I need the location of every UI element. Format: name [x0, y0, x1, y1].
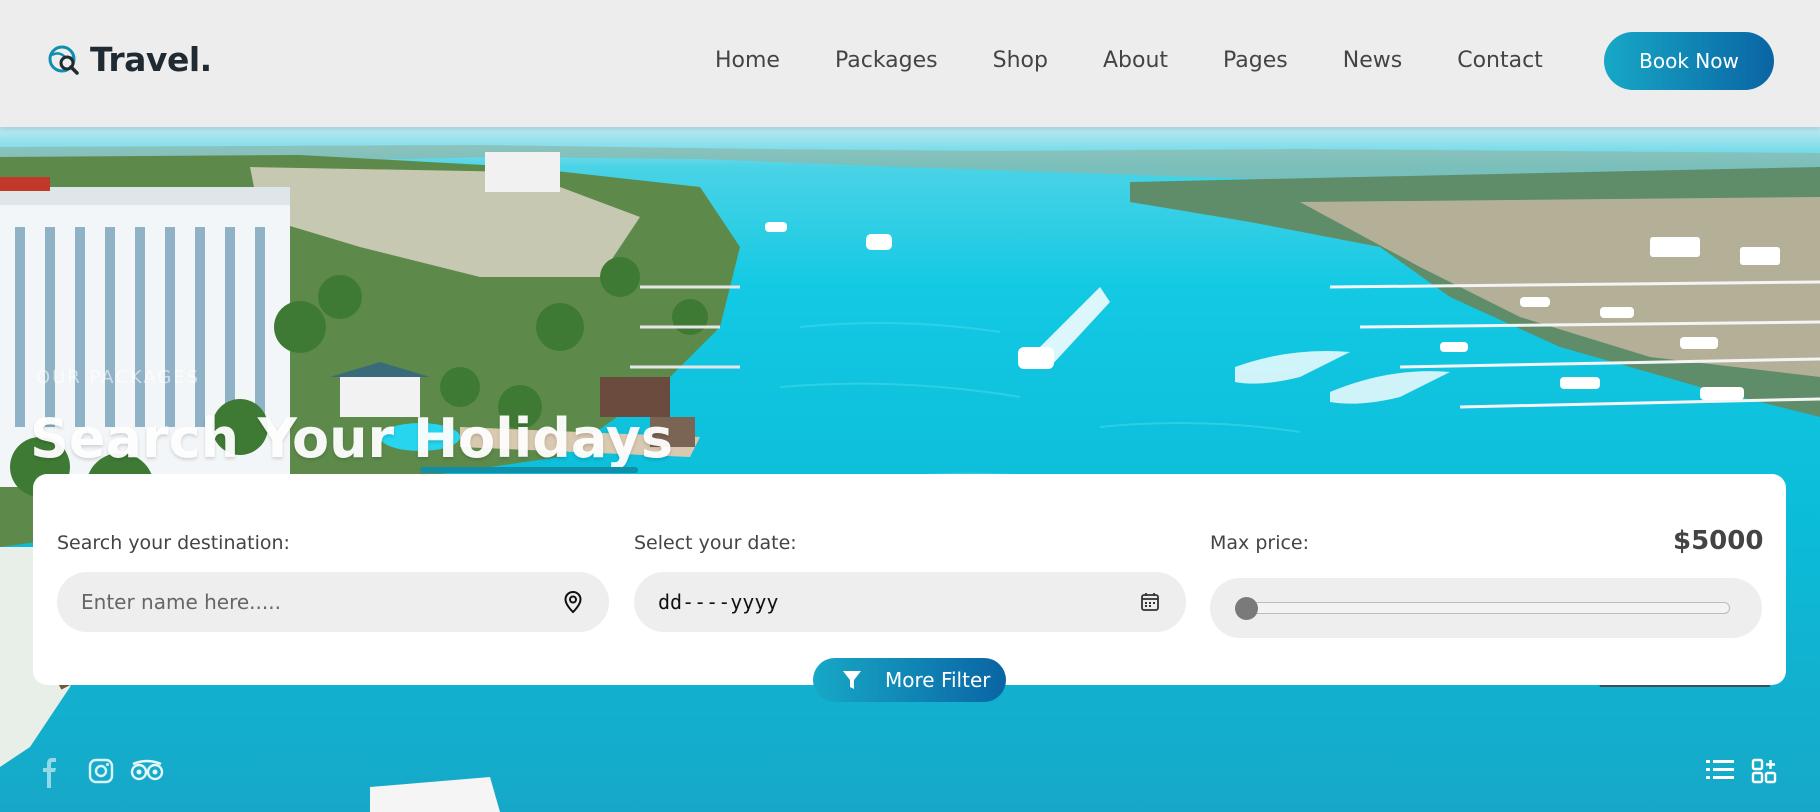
list-view-icon[interactable]	[1706, 758, 1734, 782]
globe-search-icon	[48, 45, 79, 75]
book-now-button[interactable]: Book Now	[1604, 32, 1774, 90]
calendar-icon[interactable]	[1138, 590, 1162, 614]
brand-name: Travel.	[90, 40, 212, 79]
instagram-icon[interactable]	[88, 758, 114, 784]
hero-title: Search Your Holidays	[30, 407, 674, 470]
destination-field[interactable]	[57, 572, 609, 632]
nav-item-about[interactable]: About	[1103, 48, 1168, 73]
nav-item-packages[interactable]: Packages	[835, 48, 938, 73]
more-filter-label: More Filter	[885, 668, 991, 692]
nav-item-home[interactable]: Home	[715, 48, 780, 73]
title-underline	[420, 467, 638, 473]
grid-view-icon[interactable]	[1751, 758, 1777, 784]
nav-item-contact[interactable]: Contact	[1457, 48, 1543, 73]
date-input[interactable]: dd----yyyy	[658, 590, 778, 614]
filter-funnel-icon	[843, 671, 861, 689]
site-header: Travel. Home Packages Shop About Pages N…	[0, 0, 1820, 127]
destination-input[interactable]	[81, 590, 541, 614]
hero-kicker: OUR PACKAGES	[36, 367, 201, 388]
max-price-value: $5000	[1673, 526, 1764, 556]
date-label: Select your date:	[634, 532, 797, 554]
date-field[interactable]: dd----yyyy	[634, 572, 1186, 632]
map-pin-icon[interactable]	[561, 590, 585, 614]
brand-logo[interactable]: Travel.	[47, 40, 212, 79]
more-filter-button[interactable]: More Filter	[813, 658, 1006, 702]
price-slider[interactable]	[1210, 578, 1762, 638]
tripadvisor-icon[interactable]	[130, 758, 164, 782]
nav-item-shop[interactable]: Shop	[993, 48, 1048, 73]
slider-thumb[interactable]	[1235, 597, 1258, 620]
destination-label: Search your destination:	[57, 532, 290, 554]
facebook-icon[interactable]	[40, 758, 60, 788]
search-panel: Search your destination: Select your dat…	[33, 474, 1786, 685]
max-price-label: Max price:	[1210, 532, 1310, 554]
slider-track[interactable]	[1240, 602, 1730, 614]
nav-item-news[interactable]: News	[1343, 48, 1402, 73]
hero-section: OUR PACKAGES Search Your Holidays	[0, 127, 1820, 812]
main-nav: Home Packages Shop About Pages News Cont…	[715, 48, 1598, 73]
nav-item-pages[interactable]: Pages	[1223, 48, 1288, 73]
